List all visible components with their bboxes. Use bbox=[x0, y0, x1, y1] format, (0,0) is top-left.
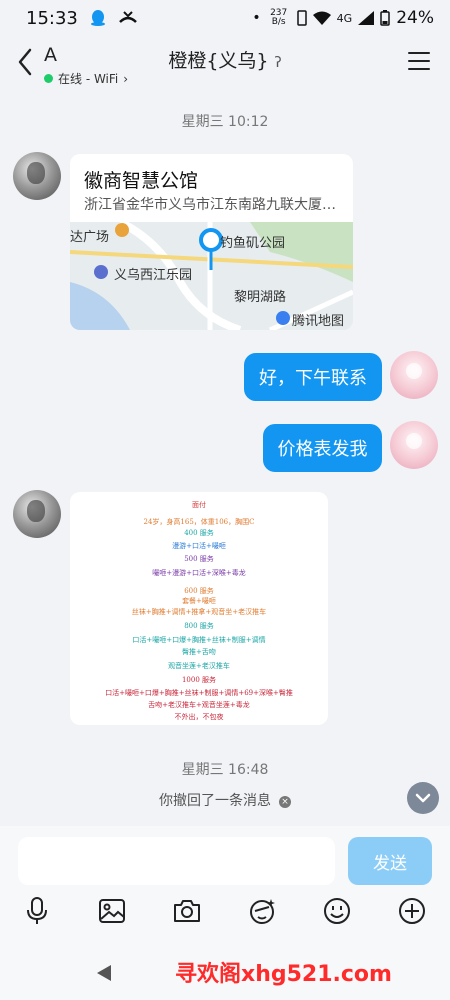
map-label: 达广场 bbox=[70, 230, 110, 245]
image-icon[interactable] bbox=[97, 896, 127, 926]
message-bubble-out[interactable]: 好，下午联系 bbox=[244, 353, 382, 401]
my-avatar[interactable] bbox=[390, 351, 438, 399]
map-label: 黎明湖路 bbox=[234, 290, 287, 305]
ear-icon: ʔ bbox=[274, 55, 282, 71]
status-bar: 15:33 • 237 B/s 4G 24% bbox=[0, 0, 450, 36]
price-line: 口活+嘬咂+口爆+胸推+丝袜+制服+调情+69+深喉+臀推 bbox=[105, 689, 293, 697]
menu-bar bbox=[408, 68, 430, 70]
emoji-icon[interactable] bbox=[322, 896, 352, 926]
chat-title: 橙橙{义乌} bbox=[168, 50, 269, 72]
map-label: 义乌西江乐园 bbox=[114, 268, 193, 283]
price-line: 1000 服务 bbox=[181, 676, 217, 684]
recall-notice: 你撤回了一条消息 × bbox=[0, 790, 450, 810]
price-line: 观音坐莲+老汉推车 bbox=[168, 662, 230, 670]
chat-title-wrap[interactable]: 橙橙{义乌} ʔ bbox=[0, 46, 450, 73]
toolbar bbox=[0, 896, 450, 932]
price-line: 500 服务 bbox=[184, 555, 214, 563]
chevron-down-icon bbox=[415, 793, 431, 803]
location-map[interactable]: 达广场 钓鱼矶公园 义乌西江乐园 黎明湖路 腾讯地图 bbox=[70, 222, 353, 330]
my-avatar[interactable] bbox=[390, 421, 438, 469]
map-provider-label: 腾讯地图 bbox=[292, 314, 345, 329]
menu-bar bbox=[408, 52, 430, 54]
status-time: 15:33 bbox=[26, 7, 78, 29]
battery-level: 24% bbox=[396, 8, 434, 28]
wifi-icon bbox=[312, 11, 331, 25]
contact-avatar[interactable] bbox=[13, 152, 61, 200]
price-line: 漫游+口活+嘬咂 bbox=[172, 542, 226, 550]
price-line: 600 服务 bbox=[184, 587, 214, 595]
location-name: 徽商智慧公馆 bbox=[84, 170, 199, 192]
missed-call-icon bbox=[118, 11, 137, 23]
qq-icon bbox=[90, 10, 105, 26]
sticker-icon[interactable] bbox=[247, 896, 277, 926]
close-icon[interactable]: × bbox=[279, 796, 291, 808]
plus-icon[interactable] bbox=[397, 896, 427, 926]
price-line: 24岁，身高165，体重106，胸围C bbox=[143, 518, 255, 526]
time-separator: 星期三 10:12 bbox=[181, 114, 269, 130]
price-line: 舌吻+老汉推车+观音坐莲+毒龙 bbox=[148, 701, 250, 709]
message-input[interactable] bbox=[18, 837, 335, 885]
location-address: 浙江省金华市义乌市江东南路九联大厦… bbox=[84, 197, 336, 213]
price-line: 400 服务 bbox=[184, 529, 214, 537]
camera-icon[interactable] bbox=[172, 896, 202, 926]
watermark: 寻欢阁xhg521.com bbox=[175, 962, 392, 987]
battery-icon bbox=[380, 10, 390, 26]
price-line: 面付 bbox=[192, 501, 206, 509]
send-button[interactable]: 发送 bbox=[348, 837, 432, 885]
price-line: 丝袜+胸推+调情+推拿+观音坐+老汉推车 bbox=[131, 608, 267, 616]
price-line: 不外出，不包夜 bbox=[174, 713, 224, 721]
message-bubble-out[interactable]: 价格表发我 bbox=[263, 424, 382, 472]
microphone-icon[interactable] bbox=[22, 896, 52, 926]
chat-header: A 在线 - WiFi › 橙橙{义乌} ʔ bbox=[0, 36, 450, 92]
price-line: 口活+嘬咂+口爆+胸推+丝袜+制服+调情 bbox=[132, 636, 266, 644]
price-line: 套餐+嘬咂 bbox=[182, 597, 216, 605]
dot-indicator: • bbox=[252, 10, 261, 26]
nav-back-icon[interactable] bbox=[95, 963, 113, 983]
price-line: 800 服务 bbox=[184, 622, 214, 630]
contact-avatar[interactable] bbox=[13, 490, 61, 538]
network-type: 4G bbox=[336, 11, 353, 25]
signal-icon bbox=[358, 11, 375, 25]
price-line: 嘬咂+漫游+口活+深喉+毒龙 bbox=[152, 569, 246, 577]
map-label: 钓鱼矶公园 bbox=[220, 236, 286, 251]
price-list-image[interactable]: 面付 24岁，身高165，体重106，胸围C 400 服务 漫游+口活+嘬咂 5… bbox=[70, 492, 328, 725]
time-separator: 星期三 16:48 bbox=[181, 762, 269, 778]
network-speed: 237 B/s bbox=[270, 8, 288, 27]
price-line: 臀推+舌吻 bbox=[182, 648, 216, 656]
status-right: • 237 B/s 4G 24% bbox=[252, 8, 434, 28]
menu-button[interactable] bbox=[408, 52, 430, 70]
menu-bar bbox=[408, 60, 430, 62]
online-dot bbox=[44, 74, 53, 83]
hd-icon bbox=[296, 10, 307, 26]
location-card[interactable]: 徽商智慧公馆 浙江省金华市义乌市江东南路九联大厦… 达广场 钓鱼矶公园 义乌西江… bbox=[70, 154, 353, 330]
recall-notice-text: 你撤回了一条消息 bbox=[159, 793, 271, 809]
chevron-right-icon: › bbox=[123, 71, 129, 86]
scroll-down-button[interactable] bbox=[407, 782, 439, 814]
status-left: 15:33 bbox=[26, 8, 138, 29]
